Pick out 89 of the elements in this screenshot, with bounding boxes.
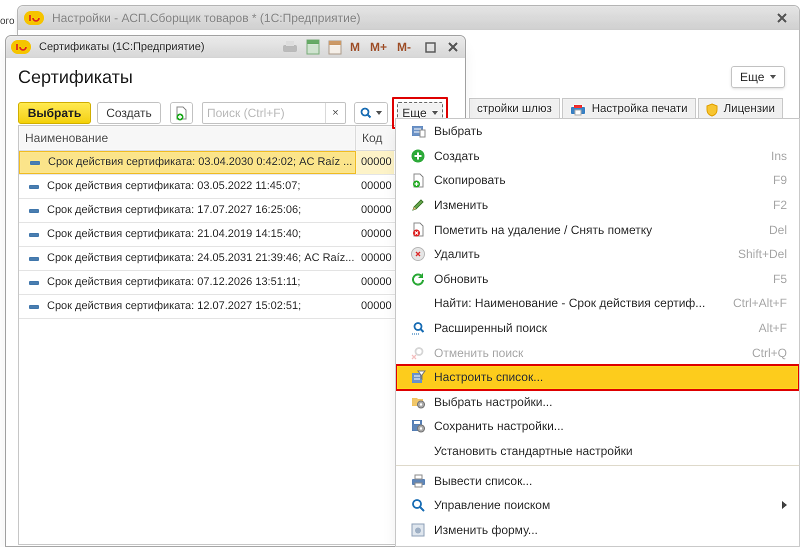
close-icon[interactable] [777, 13, 787, 23]
memory-button[interactable]: M+ [370, 38, 387, 56]
table-cell: 00000 [356, 151, 394, 174]
table-cell[interactable]: Срок действия сертификата: 21.04.2019 14:15:40; [19, 223, 356, 246]
caret-icon [432, 111, 438, 115]
list-icon [410, 124, 426, 138]
item-icon [29, 208, 39, 212]
shortcut-label: Del [768, 222, 787, 239]
item-icon [29, 256, 39, 260]
table-cell-text: 00000 [360, 299, 393, 314]
menu-item[interactable]: Управление поиском [396, 492, 799, 518]
item-icon [29, 280, 39, 284]
menu-item[interactable]: Скопировать F9 [396, 168, 799, 193]
menu-item[interactable]: Настроить список... [396, 364, 799, 390]
form-icon [411, 522, 425, 537]
background-text: ого [0, 15, 15, 29]
shortcut-label: Alt+F [758, 320, 787, 338]
tab[interactable]: Лицензии [698, 98, 783, 120]
menu-item[interactable]: Установить стандартные настройки [396, 438, 799, 464]
plus-icon [411, 148, 425, 163]
logo-icon [11, 40, 31, 54]
window-title: Сертификаты (1С:Предприятие) [39, 40, 204, 55]
table-cell-text: 00000 [360, 251, 393, 266]
refresh-icon [411, 272, 425, 286]
menu-item[interactable]: Создать Ins [396, 144, 799, 168]
shortcut-label: F5 [772, 270, 787, 288]
tab[interactable]: Настройка печати [562, 98, 696, 120]
menu-item[interactable]: Изменить форму... [396, 518, 799, 542]
item-icon [29, 184, 39, 188]
menu-item[interactable]: Обновить F5 [396, 266, 799, 292]
item-icon [30, 160, 40, 164]
search-field[interactable]: Поиск (Ctrl+F) × [202, 102, 346, 124]
table-cell[interactable]: Срок действия сертификата: 03.04.2030 0:42:02; AC Raíz ... [19, 151, 356, 174]
printer-icon [570, 104, 586, 116]
table-cell[interactable]: Срок действия сертификата: 17.07.2027 16:25:06; [19, 199, 356, 222]
shortcut-label: Shift+Del [738, 246, 787, 264]
search-icon [411, 321, 425, 336]
menu-item[interactable]: Пометить на удаление / Снять пометку Del [396, 217, 799, 242]
document-plus-icon [174, 106, 188, 120]
shield-icon [706, 102, 718, 116]
search-x-icon [411, 346, 425, 360]
table-cell[interactable]: Срок действия сертификата: 24.05.2031 21:39:46; AC Raíz... [19, 247, 356, 270]
pencil-icon [411, 198, 425, 212]
clear-button[interactable]: × [325, 103, 345, 123]
shortcut-label: F9 [772, 172, 787, 190]
list-filter-icon [410, 370, 426, 384]
shortcut-label: Ctrl+Alt+F [732, 295, 787, 312]
document-plus-icon [412, 172, 424, 188]
menu-item[interactable]: Вывести список... [396, 468, 799, 493]
select-button[interactable]: Выбрать [18, 102, 91, 124]
item-icon [29, 304, 39, 308]
shortcut-label: Ins [770, 148, 787, 165]
column-header[interactable]: Наименование [19, 126, 356, 150]
logo-icon [24, 11, 44, 25]
shortcut-label: Ctrl+Q [752, 344, 787, 362]
menu-item[interactable]: Сохранить настройки... [396, 414, 799, 439]
search-button[interactable] [354, 102, 388, 124]
x-circle-icon [411, 247, 425, 262]
table-cell[interactable]: Срок действия сертификата: 12.07.2027 15:02:51; [19, 295, 356, 318]
search-icon [360, 107, 372, 119]
window-title: Настройки - АСП.Сборщик товаров * (1С:Предприятие) [52, 10, 361, 27]
menu-item[interactable]: Выбрать настройки... [396, 390, 799, 414]
create-button[interactable]: Создать [97, 102, 161, 124]
caret-icon [376, 111, 382, 115]
table-cell[interactable]: Срок действия сертификата: 07.12.2026 13:51:11; [19, 271, 356, 294]
memory-button[interactable]: M [350, 38, 360, 56]
table-cell-text: 00000 [360, 179, 393, 194]
disk-gear-icon [410, 419, 426, 434]
printer-icon [410, 474, 426, 488]
table-cell-text: 00000 [360, 275, 393, 290]
menu-item[interactable]: Найти: Наименование - Срок действия сертиф... Ctrl+Alt+F [396, 291, 799, 316]
search-icon [411, 498, 425, 512]
menu-item[interactable]: Изменить F2 [396, 192, 799, 218]
form-heading: Сертификаты [18, 66, 134, 89]
copy-button[interactable] [170, 102, 193, 124]
table-cell-text: 00000 [360, 203, 393, 218]
close-icon[interactable] [448, 42, 458, 52]
maximize-icon[interactable] [425, 42, 436, 52]
caret-icon [770, 75, 776, 79]
item-icon [29, 232, 39, 236]
table-cell[interactable]: Срок действия сертификата: 03.05.2022 11:45:07; [19, 175, 356, 198]
document-x-icon [412, 222, 424, 238]
memory-button[interactable]: M- [397, 38, 411, 56]
more-button[interactable]: Еще [731, 66, 786, 88]
shortcut-label: F2 [772, 197, 787, 214]
table-cell-text: 00000 [360, 227, 393, 242]
menu-item[interactable]: Расширенный поиск Alt+F [396, 316, 799, 340]
menu-item[interactable]: Удалить Shift+Del [396, 242, 799, 267]
tab[interactable]: стройки шлюз [469, 98, 560, 120]
